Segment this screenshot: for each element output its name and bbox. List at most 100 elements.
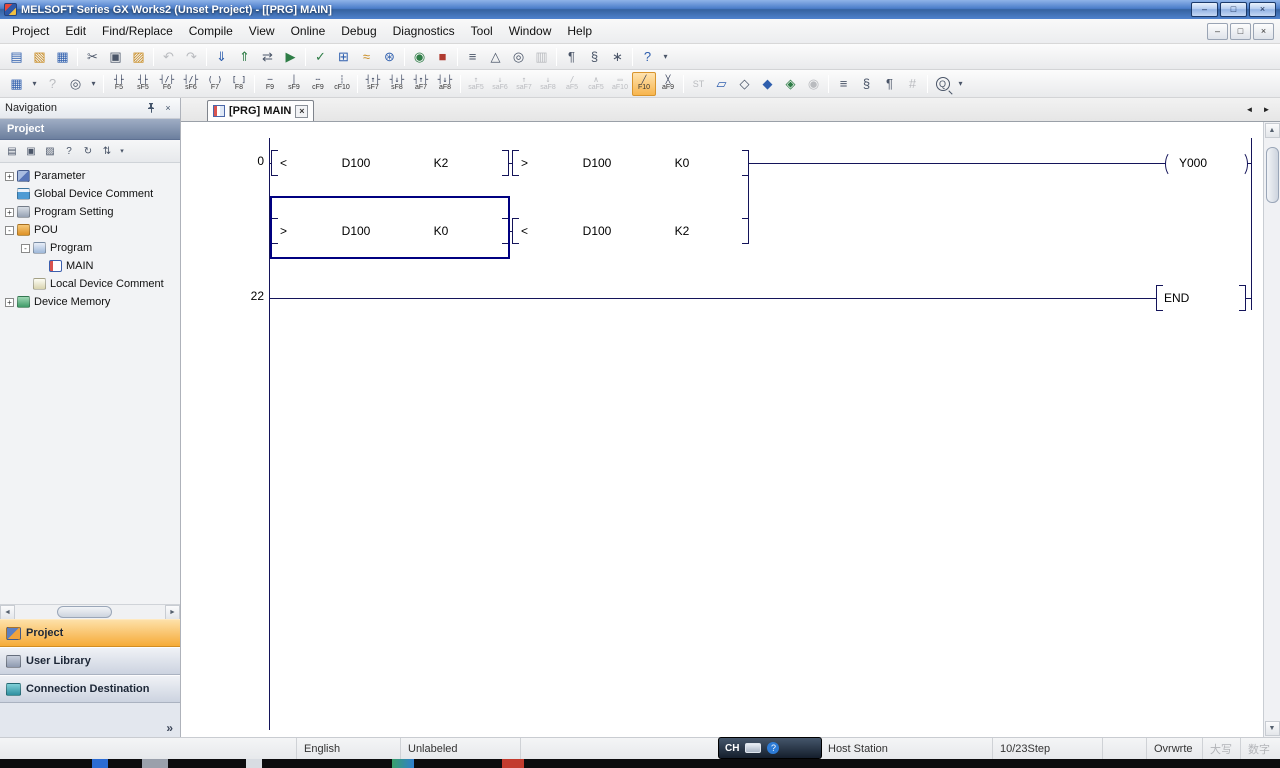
menu-view[interactable]: View bbox=[241, 21, 283, 41]
navigation-horizontal-scrollbar[interactable]: ◄ ► bbox=[0, 604, 180, 619]
menu-help[interactable]: Help bbox=[559, 21, 600, 41]
end-instruction[interactable]: END bbox=[1156, 285, 1246, 311]
pin-icon[interactable] bbox=[144, 101, 158, 115]
windows-taskbar[interactable] bbox=[0, 759, 1280, 768]
open-project-button[interactable]: ▧ bbox=[28, 46, 51, 68]
edit-line-f10[interactable]: ╱F10 bbox=[632, 72, 656, 96]
rebuild-all-button[interactable]: ⊛ bbox=[378, 46, 401, 68]
taskbar-app-icon[interactable] bbox=[92, 759, 108, 768]
remote-operation-button[interactable]: ▶ bbox=[279, 46, 302, 68]
verify-with-plc-button[interactable]: ⇄ bbox=[256, 46, 279, 68]
pulse-op-saf7[interactable]: ↑saF7 bbox=[512, 72, 536, 96]
close-icon[interactable]: × bbox=[161, 101, 175, 115]
device-display-button[interactable]: # bbox=[901, 73, 924, 95]
paste-item-icon[interactable]: ▨ bbox=[41, 142, 59, 160]
result-pulse-caf5[interactable]: ∧caF5 bbox=[584, 72, 608, 96]
find-dropdown[interactable]: ▾ bbox=[87, 73, 100, 95]
monitor-write-mode-button[interactable]: ◉ bbox=[802, 73, 825, 95]
tree-item-program-setting[interactable]: + Program Setting bbox=[0, 203, 180, 221]
tree-item-parameter[interactable]: + Parameter bbox=[0, 167, 180, 185]
new-item-icon[interactable]: ▤ bbox=[3, 142, 21, 160]
mdi-minimize-button[interactable]: – bbox=[1207, 23, 1228, 40]
closed-contact-f6[interactable]: ┤/├F6 bbox=[155, 72, 179, 96]
scroll-track[interactable] bbox=[1265, 139, 1280, 720]
scroll-thumb[interactable] bbox=[1266, 147, 1279, 203]
ladder-help-button[interactable]: ? bbox=[41, 73, 64, 95]
tree-item-local-device-comment[interactable]: Local Device Comment bbox=[0, 275, 180, 293]
close-button[interactable]: × bbox=[1249, 2, 1276, 17]
editor-vertical-scrollbar[interactable]: ▲ ▼ bbox=[1263, 122, 1280, 737]
new-project-button[interactable]: ▤ bbox=[5, 46, 28, 68]
delete-vertical-line-cf10[interactable]: ┆cF10 bbox=[330, 72, 354, 96]
scroll-thumb[interactable] bbox=[57, 606, 112, 618]
keyboard-icon[interactable] bbox=[745, 743, 761, 753]
falling-pulse-sf8[interactable]: ┤↓├sF8 bbox=[385, 72, 409, 96]
menu-find-replace[interactable]: Find/Replace bbox=[94, 21, 181, 41]
menu-window[interactable]: Window bbox=[501, 21, 560, 41]
build-button[interactable]: ⊞ bbox=[332, 46, 355, 68]
menu-project[interactable]: Project bbox=[4, 21, 57, 41]
stop-monitoring-button[interactable]: ■ bbox=[431, 46, 454, 68]
view-button-user-library[interactable]: User Library bbox=[0, 647, 180, 675]
menu-tool[interactable]: Tool bbox=[463, 21, 501, 41]
restore-button[interactable]: □ bbox=[1220, 2, 1247, 17]
tree-item-main[interactable]: MAIN bbox=[0, 257, 180, 275]
pulse-op-saf5[interactable]: ↑saF5 bbox=[464, 72, 488, 96]
invert-result-af5[interactable]: /aF5 bbox=[560, 72, 584, 96]
statement-display-button[interactable]: § bbox=[583, 46, 606, 68]
output-coil-y000[interactable]: Y000 bbox=[1165, 150, 1248, 176]
ime-language-bar[interactable]: CH ? bbox=[718, 737, 822, 759]
ladder-symbol-dropdown[interactable]: ▾ bbox=[28, 73, 41, 95]
view-button-connection-destination[interactable]: Connection Destination bbox=[0, 675, 180, 703]
save-project-button[interactable]: ▦ bbox=[51, 46, 74, 68]
menu-online[interactable]: Online bbox=[283, 21, 334, 41]
more-views-chevron[interactable]: » bbox=[166, 721, 173, 735]
menu-debug[interactable]: Debug bbox=[333, 21, 384, 41]
copy-button[interactable]: ▣ bbox=[104, 46, 127, 68]
taskbar-app-icon[interactable] bbox=[246, 759, 262, 768]
tree-item-device-memory[interactable]: + Device Memory bbox=[0, 293, 180, 311]
comment-display-button[interactable]: ≡ bbox=[832, 73, 855, 95]
scroll-left-icon[interactable]: ◄ bbox=[0, 605, 15, 620]
help-button[interactable]: ? bbox=[636, 46, 659, 68]
tab-close-icon[interactable]: × bbox=[295, 105, 308, 118]
inline-st-button[interactable]: ST bbox=[687, 73, 710, 95]
menu-edit[interactable]: Edit bbox=[57, 21, 94, 41]
mdi-restore-button[interactable]: □ bbox=[1230, 23, 1251, 40]
find-device-button[interactable]: ◎ bbox=[64, 73, 87, 95]
tab-prg-main[interactable]: [PRG] MAIN × bbox=[207, 100, 314, 121]
horizontal-line-f9[interactable]: ─F9 bbox=[258, 72, 282, 96]
ime-help-icon[interactable]: ? bbox=[767, 742, 779, 754]
device-list-button[interactable]: ▥ bbox=[530, 46, 553, 68]
mdi-close-button[interactable]: × bbox=[1253, 23, 1274, 40]
expand-icon[interactable]: + bbox=[5, 298, 14, 307]
expand-icon[interactable]: + bbox=[5, 208, 14, 217]
taskbar-app-icon[interactable] bbox=[142, 759, 168, 768]
write-mode-button[interactable]: ◆ bbox=[756, 73, 779, 95]
ladder-canvas[interactable]: 0 22 bbox=[181, 122, 1263, 737]
or-falling-pulse-af8[interactable]: ┤↓├aF8 bbox=[433, 72, 457, 96]
zoom-button[interactable]: Q bbox=[931, 73, 954, 95]
ime-language-badge[interactable]: CH bbox=[725, 743, 739, 754]
device-batch-monitor-button[interactable]: ≡ bbox=[461, 46, 484, 68]
menu-compile[interactable]: Compile bbox=[181, 21, 241, 41]
delete-line-af9[interactable]: ╳aF9 bbox=[656, 72, 680, 96]
coil-f7[interactable]: ( )F7 bbox=[203, 72, 227, 96]
paste-button[interactable]: ▨ bbox=[127, 46, 150, 68]
pulse-op-saf8[interactable]: ↓saF8 bbox=[536, 72, 560, 96]
expand-icon[interactable]: + bbox=[5, 172, 14, 181]
taskbar-app-icon[interactable] bbox=[392, 759, 414, 768]
entry-data-monitor-button[interactable]: △ bbox=[484, 46, 507, 68]
tab-scroll-right-icon[interactable]: ► bbox=[1259, 102, 1274, 117]
note-display-button[interactable]: ¶ bbox=[878, 73, 901, 95]
help-icon[interactable]: ? bbox=[60, 142, 78, 160]
delete-horizontal-line-cf9[interactable]: ╌cF9 bbox=[306, 72, 330, 96]
toolbar-overflow-chevron[interactable]: ▾ bbox=[954, 73, 967, 95]
write-to-plc-button[interactable]: ⇓ bbox=[210, 46, 233, 68]
view-button-project[interactable]: Project bbox=[0, 619, 180, 647]
monitor-mode-button[interactable]: ◈ bbox=[779, 73, 802, 95]
instruction-af10[interactable]: ▭aF10 bbox=[608, 72, 632, 96]
comment-display-button[interactable]: ¶ bbox=[560, 46, 583, 68]
ladder-symbol-list-button[interactable]: ▦ bbox=[5, 73, 28, 95]
undo-button[interactable]: ↶ bbox=[157, 46, 180, 68]
